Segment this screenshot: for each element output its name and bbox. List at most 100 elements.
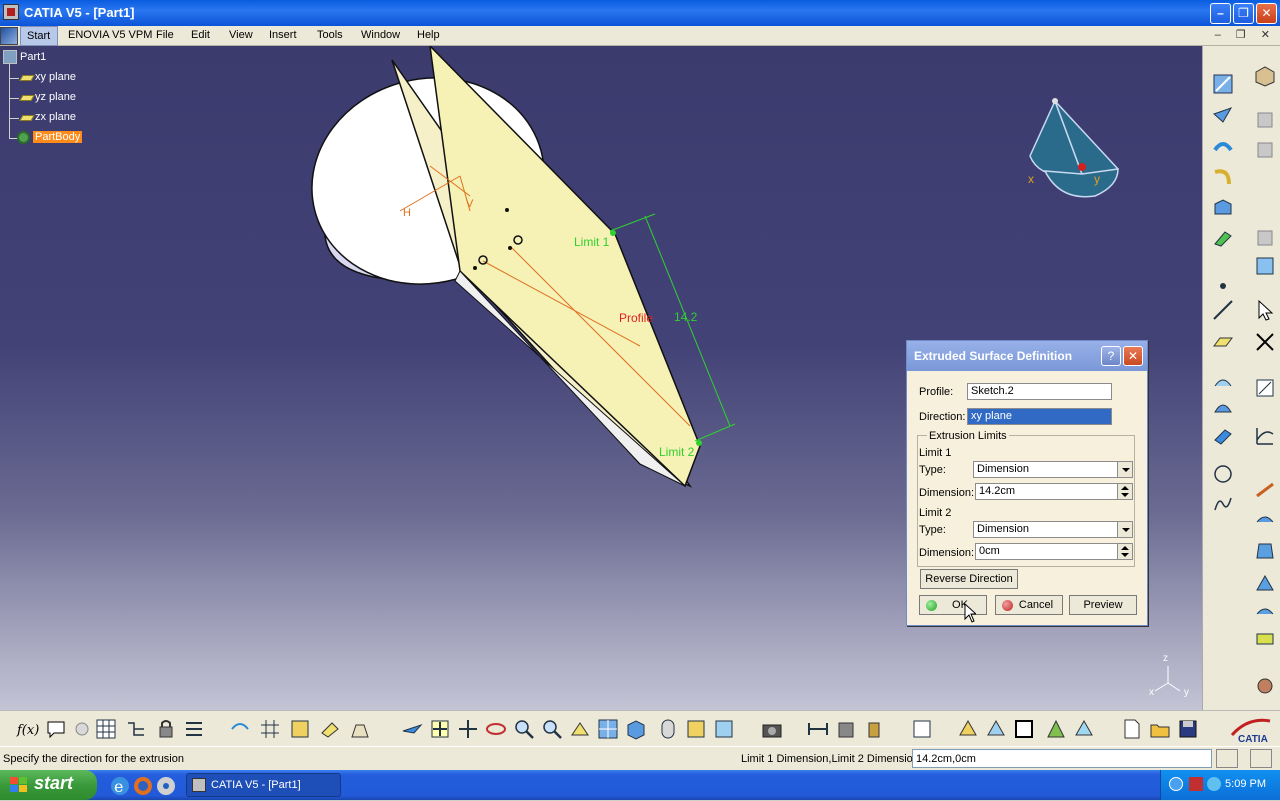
- save-icon[interactable]: [1176, 717, 1200, 741]
- profile-field[interactable]: Sketch.2: [967, 383, 1112, 400]
- instantiate-icon[interactable]: [348, 717, 372, 741]
- axis-system-icon[interactable]: [228, 717, 252, 741]
- split-icon[interactable]: [1253, 508, 1277, 532]
- swap-space-icon[interactable]: [712, 717, 736, 741]
- capture-icon[interactable]: [760, 717, 784, 741]
- join-icon[interactable]: [1253, 628, 1277, 652]
- measure-icon[interactable]: [182, 717, 206, 741]
- revolve-icon[interactable]: [1211, 164, 1235, 188]
- menu-file[interactable]: File: [156, 29, 174, 41]
- dialog-close-button[interactable]: ✕: [1123, 346, 1143, 366]
- profile-label[interactable]: Profile: [619, 311, 653, 325]
- ordered-set-icon[interactable]: [1253, 226, 1277, 250]
- multi-view-icon[interactable]: [596, 717, 620, 741]
- offset-icon[interactable]: [1211, 368, 1235, 392]
- knowledge-icon[interactable]: [70, 717, 94, 741]
- dimension-label[interactable]: 14.2: [674, 310, 697, 324]
- start-button[interactable]: start: [0, 770, 97, 800]
- shading-icon[interactable]: [656, 717, 680, 741]
- limit2-label[interactable]: Limit 2: [659, 445, 694, 459]
- catia-app-icon[interactable]: [3, 4, 19, 20]
- tree-item-zx-plane[interactable]: zx plane: [35, 111, 76, 123]
- blend-icon[interactable]: [1211, 396, 1235, 420]
- fly-mode-icon[interactable]: [400, 717, 424, 741]
- tray-network-icon[interactable]: [1207, 777, 1221, 791]
- catia-menu-icon[interactable]: [0, 27, 18, 45]
- tree-item-xy-plane[interactable]: xy plane: [35, 71, 76, 83]
- sketch-analysis-icon[interactable]: [1253, 376, 1277, 400]
- limit2-type-select[interactable]: Dimension: [973, 521, 1133, 538]
- zoom-in-icon[interactable]: [512, 717, 536, 741]
- geometrical-set-icon[interactable]: [1253, 138, 1277, 162]
- close-button[interactable]: ✕: [1256, 3, 1277, 24]
- extrude-icon[interactable]: [1211, 134, 1235, 158]
- menu-insert[interactable]: Insert: [269, 29, 297, 41]
- rotate-icon[interactable]: [484, 717, 508, 741]
- curve-analysis-icon[interactable]: [1253, 424, 1277, 448]
- workbench-icon[interactable]: [1253, 64, 1277, 88]
- grid-icon[interactable]: [258, 717, 282, 741]
- select-arrow-icon[interactable]: [1253, 298, 1277, 322]
- dialog-help-button[interactable]: ?: [1101, 346, 1121, 366]
- point-tool-icon[interactable]: [1211, 274, 1235, 298]
- open-file-icon[interactable]: [1148, 717, 1172, 741]
- tree-root-part1[interactable]: Part1: [20, 51, 46, 63]
- constraint-icon[interactable]: [956, 717, 980, 741]
- apply-mat-icon[interactable]: [1044, 717, 1068, 741]
- ie-icon[interactable]: e: [108, 774, 129, 796]
- snap-icon[interactable]: [1253, 330, 1277, 354]
- measure-item-icon[interactable]: [834, 717, 858, 741]
- catalog-icon[interactable]: [288, 717, 312, 741]
- limit1-dim-field[interactable]: 14.2cm: [975, 483, 1133, 500]
- ok-button[interactable]: OK: [919, 595, 987, 615]
- sweep-icon[interactable]: [1211, 424, 1235, 448]
- paste-special-icon[interactable]: [318, 717, 342, 741]
- menu-enovia[interactable]: ENOVIA V5 VPM: [68, 29, 152, 41]
- direction-field[interactable]: xy plane: [967, 408, 1112, 425]
- limit1-label[interactable]: Limit 1: [574, 235, 609, 249]
- point-icon[interactable]: [1211, 102, 1235, 126]
- environment-icon[interactable]: [1072, 717, 1096, 741]
- sketcher-icon[interactable]: [1211, 72, 1235, 96]
- menu-start[interactable]: Start: [20, 26, 58, 46]
- trim-icon[interactable]: [1253, 540, 1277, 564]
- fit-all-icon[interactable]: [428, 717, 452, 741]
- apply-material-icon[interactable]: [1253, 674, 1277, 698]
- extract-icon[interactable]: [1253, 600, 1277, 624]
- measure-between-icon[interactable]: [806, 717, 830, 741]
- limit2-dim-field[interactable]: 0cm: [975, 543, 1133, 560]
- fill-icon[interactable]: [1211, 226, 1235, 250]
- lock-icon[interactable]: [154, 717, 178, 741]
- status-button-2[interactable]: [1250, 749, 1272, 768]
- plane-tool-icon[interactable]: [1211, 330, 1235, 354]
- minimize-button[interactable]: –: [1210, 3, 1231, 24]
- spline-icon[interactable]: [1211, 492, 1235, 516]
- body-icon[interactable]: [1253, 108, 1277, 132]
- taskbar-catia-window[interactable]: CATIA V5 - [Part1]: [186, 773, 341, 797]
- status-button-1[interactable]: [1216, 749, 1238, 768]
- line-icon[interactable]: [1211, 298, 1235, 322]
- pan-icon[interactable]: [456, 717, 480, 741]
- boundary-icon[interactable]: [1253, 572, 1277, 596]
- media-player-icon[interactable]: [154, 774, 175, 795]
- iso-view-icon[interactable]: [624, 717, 648, 741]
- wireframe-icon[interactable]: [984, 717, 1008, 741]
- chevron-down-icon[interactable]: [1117, 462, 1132, 477]
- cancel-button[interactable]: Cancel: [995, 595, 1063, 615]
- scan-icon[interactable]: [1253, 254, 1277, 278]
- measure-inertia-icon[interactable]: [862, 717, 886, 741]
- tray-arrow-icon[interactable]: [1169, 777, 1183, 791]
- command-input[interactable]: [912, 749, 1212, 768]
- new-file-icon[interactable]: [1120, 717, 1144, 741]
- table-icon[interactable]: [94, 717, 118, 741]
- spinner-icon[interactable]: [1117, 484, 1132, 499]
- reverse-direction-button[interactable]: Reverse Direction: [920, 569, 1018, 589]
- tree-item-partbody[interactable]: PartBody: [33, 131, 83, 143]
- tray-security-icon[interactable]: [1189, 777, 1203, 791]
- menu-tools[interactable]: Tools: [317, 29, 343, 41]
- hide-show-icon[interactable]: [684, 717, 708, 741]
- menu-help[interactable]: Help: [417, 29, 440, 41]
- menu-edit[interactable]: Edit: [191, 29, 210, 41]
- spinner-icon[interactable]: [1117, 544, 1132, 559]
- mdi-window-buttons[interactable]: – ❐ ✕: [1215, 28, 1276, 41]
